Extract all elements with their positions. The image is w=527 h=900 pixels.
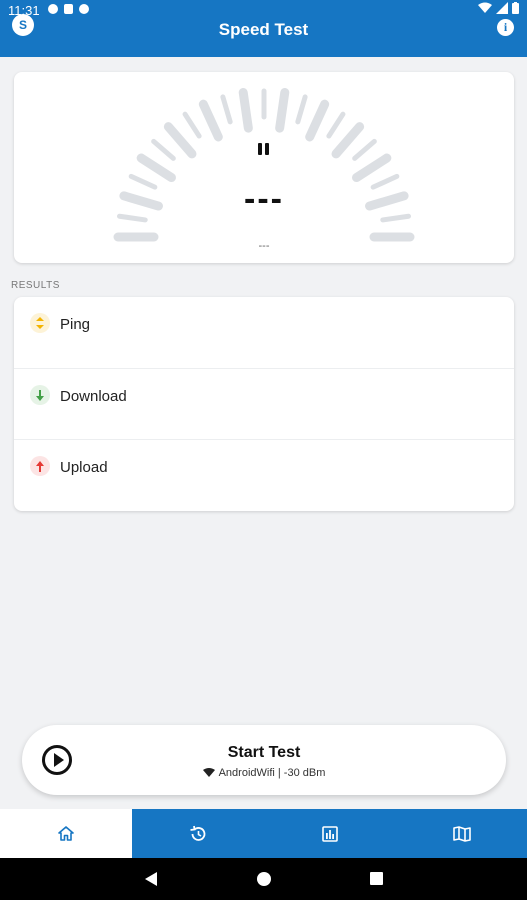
gauge-tick	[352, 153, 392, 183]
info-icon[interactable]: i	[497, 19, 514, 36]
start-test-label: Start Test	[227, 744, 301, 761]
speed-gauge-dial	[113, 87, 415, 242]
status-right-icons	[478, 2, 519, 14]
upload-arrow-icon	[30, 456, 50, 476]
status-bar: 11:31	[0, 0, 527, 22]
gauge-tick	[326, 111, 346, 139]
gauge-tick	[295, 94, 308, 125]
pause-icon[interactable]	[258, 143, 269, 155]
wifi-icon	[202, 768, 215, 777]
bottom-navigation	[0, 809, 527, 858]
gauge-tick	[352, 138, 377, 161]
sd-card-icon	[64, 4, 73, 14]
home-icon	[58, 826, 74, 841]
gauge-tick	[275, 87, 290, 133]
results-card: Ping Download Upload	[14, 297, 514, 511]
nav-tab-stats[interactable]	[264, 809, 396, 858]
home-button-icon[interactable]	[257, 872, 271, 886]
nav-tab-history[interactable]	[132, 809, 264, 858]
app-bar: 11:31 S Speed Test i	[0, 0, 527, 57]
gauge-tick	[136, 153, 176, 183]
network-label: AndroidWifi | -30 dBm	[218, 767, 326, 779]
nav-tab-home[interactable]	[0, 809, 132, 858]
wifi-signal-icon	[478, 2, 492, 13]
result-row-download[interactable]: Download	[14, 368, 514, 439]
notification-icon	[48, 4, 58, 14]
speed-gauge-card: --- ---	[14, 72, 514, 263]
gauge-tick	[238, 87, 253, 133]
nav-tab-map[interactable]	[396, 809, 527, 858]
bar-chart-icon	[322, 825, 338, 842]
gauge-tick	[182, 111, 202, 139]
map-icon	[452, 825, 471, 842]
notification-icons	[48, 4, 89, 14]
gauge-tick	[163, 122, 197, 159]
result-label: Ping	[60, 316, 91, 333]
page-title: Speed Test	[218, 20, 309, 39]
history-icon	[190, 825, 206, 841]
system-navigation-bar	[0, 858, 527, 900]
gauge-tick	[331, 122, 365, 159]
notification-icon	[79, 4, 89, 14]
result-row-upload[interactable]: Upload	[14, 439, 514, 510]
gauge-tick	[151, 138, 176, 161]
result-label: Upload	[60, 459, 108, 476]
speed-unit: ---	[258, 240, 270, 252]
gauge-tick	[305, 99, 330, 142]
recent-apps-icon[interactable]	[370, 872, 383, 885]
back-icon[interactable]	[145, 872, 157, 886]
start-test-button[interactable]: Start Test AndroidWifi | -30 dBm	[22, 725, 506, 795]
cell-signal-icon	[496, 2, 508, 14]
results-section-label: RESULTS	[11, 280, 60, 291]
result-label: Download	[60, 388, 127, 405]
speed-value: ---	[244, 180, 284, 218]
network-info: AndroidWifi | -30 dBm	[22, 767, 506, 779]
battery-icon	[512, 2, 519, 14]
gauge-tick	[220, 94, 233, 125]
download-arrow-icon	[30, 385, 50, 405]
ping-icon	[30, 313, 50, 333]
result-row-ping[interactable]: Ping	[14, 297, 514, 368]
gauge-tick	[198, 99, 223, 142]
